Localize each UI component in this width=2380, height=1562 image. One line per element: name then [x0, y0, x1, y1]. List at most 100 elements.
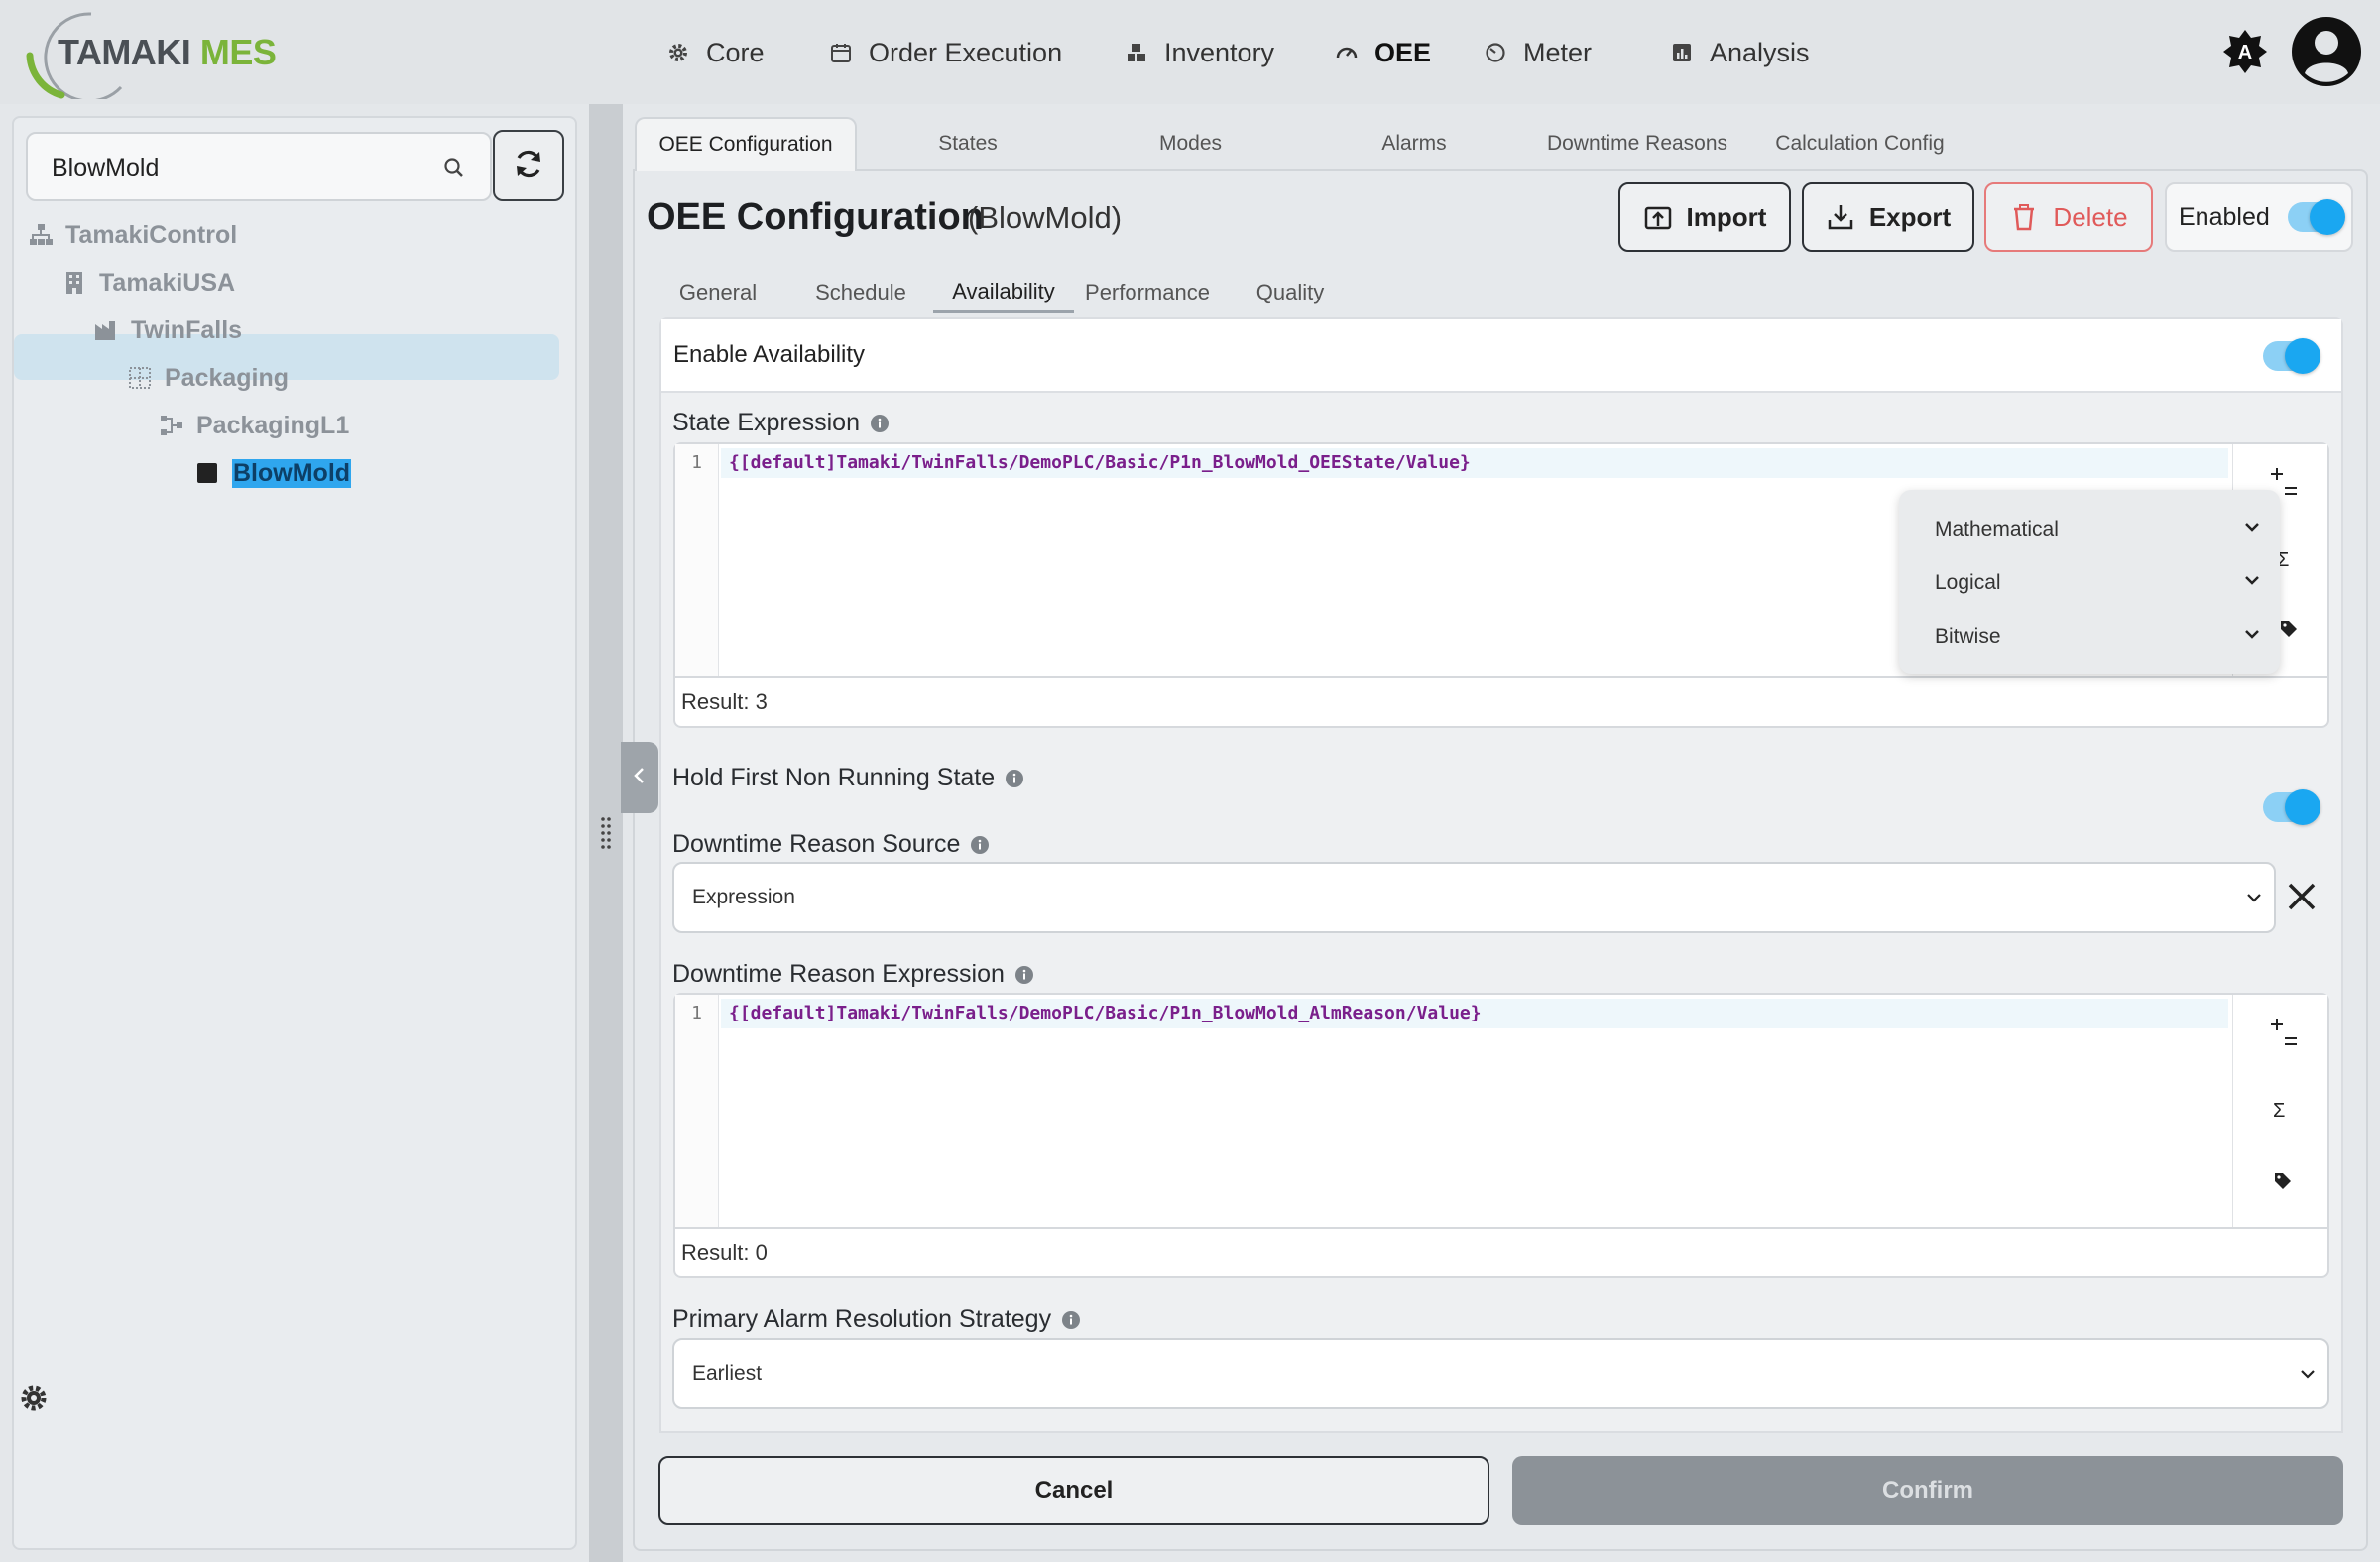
operator-category-menu: Mathematical Logical Bitwise: [1899, 490, 2280, 674]
info-icon[interactable]: [870, 414, 890, 433]
functions-sigma-icon[interactable]: Σ: [2273, 1100, 2285, 1123]
chevron-down-icon: [2244, 888, 2264, 907]
gear-icon: [664, 39, 692, 66]
delete-label: Delete: [2053, 201, 2128, 232]
subtab-performance[interactable]: Performance: [1083, 272, 1212, 313]
state-expression-code[interactable]: {[default]Tamaki/TwinFalls/DemoPLC/Basic…: [721, 448, 2228, 478]
building-icon: [61, 270, 87, 296]
nav-meter-label: Meter: [1523, 37, 1593, 67]
tree-item-label: TamakiControl: [65, 220, 238, 249]
chevron-down-icon: [2242, 517, 2262, 542]
asset-search-input[interactable]: [52, 148, 428, 187]
import-button[interactable]: Import: [1618, 182, 1791, 252]
confirm-button[interactable]: Confirm: [1512, 1456, 2343, 1525]
nav-analysis[interactable]: Analysis: [1668, 28, 1810, 77]
chevron-down-icon: [2242, 624, 2262, 650]
refresh-button[interactable]: [493, 130, 564, 201]
tamaki-mes-logo[interactable]: TAMAKI MES: [22, 4, 277, 99]
enable-availability-row: Enable Availability: [661, 319, 2341, 393]
factory-icon: [93, 317, 119, 343]
alarm-strategy-select[interactable]: Earliest: [672, 1338, 2329, 1409]
import-label: Import: [1686, 201, 1767, 232]
nav-core[interactable]: Core: [664, 28, 765, 77]
nav-oee[interactable]: OEE: [1333, 28, 1431, 77]
subtab-quality[interactable]: Quality: [1248, 272, 1333, 313]
cancel-button[interactable]: Cancel: [658, 1456, 1489, 1525]
tree-item-tamakiusa[interactable]: TamakiUSA: [61, 260, 235, 305]
alarm-strategy-label-row: Primary Alarm Resolution Strategy: [672, 1305, 1081, 1334]
menu-item-bitwise[interactable]: Bitwise: [1935, 617, 2262, 657]
user-avatar-icon[interactable]: [2291, 16, 2362, 87]
tab-alarms[interactable]: Alarms: [1302, 117, 1526, 171]
search-icon[interactable]: [440, 154, 468, 181]
export-button[interactable]: Export: [1802, 182, 1974, 252]
info-icon[interactable]: [1005, 769, 1024, 788]
enabled-toggle[interactable]: [2287, 199, 2345, 235]
menu-item-mathematical[interactable]: Mathematical: [1935, 510, 2262, 549]
downtime-source-label-row: Downtime Reason Source: [672, 830, 990, 859]
menu-item-logical[interactable]: Logical: [1935, 563, 2262, 603]
tab-oee-configuration[interactable]: OEE Configuration: [635, 117, 857, 171]
tab-calculation-config[interactable]: Calculation Config: [1748, 117, 1971, 171]
downtime-expression-result: Result: 0: [673, 1229, 2329, 1278]
refresh-icon: [511, 146, 546, 186]
import-icon: [1643, 202, 1673, 232]
hierarchy-icon: [28, 222, 54, 248]
menu-item-label: Bitwise: [1935, 625, 2001, 648]
collapse-sidebar-button[interactable]: [621, 742, 658, 813]
splitter-grip-icon[interactable]: [599, 815, 613, 851]
state-expression-result: Result: 3: [673, 678, 2329, 728]
line-number: 1: [675, 995, 719, 1227]
settings-gear-icon[interactable]: [18, 1382, 50, 1414]
delete-button[interactable]: Delete: [1984, 182, 2153, 252]
line-number: 1: [675, 444, 719, 676]
tree-item-label: Packaging: [165, 363, 290, 392]
logo-text-mes: MES: [199, 32, 277, 72]
tree-item-tamakicontrol[interactable]: TamakiControl: [28, 212, 237, 258]
subtab-schedule[interactable]: Schedule: [803, 272, 918, 313]
downtime-source-select[interactable]: Expression: [672, 862, 2276, 933]
downtime-expression-editor[interactable]: 1 {[default]Tamaki/TwinFalls/DemoPLC/Bas…: [673, 993, 2329, 1229]
hold-first-state-toggle[interactable]: [2263, 789, 2320, 825]
chevron-down-icon: [2242, 570, 2262, 596]
tag-icon[interactable]: [2273, 1171, 2293, 1196]
clear-close-icon[interactable]: [2287, 882, 2317, 911]
tree-item-packagingl1[interactable]: PackagingL1: [159, 403, 349, 448]
theme-auto-icon[interactable]: A: [2221, 28, 2269, 75]
tab-modes[interactable]: Modes: [1079, 117, 1302, 171]
alarm-strategy-value: Earliest: [692, 1362, 763, 1384]
state-expression-label-row: State Expression: [672, 409, 890, 437]
tab-states[interactable]: States: [857, 117, 1079, 171]
operators-icon[interactable]: [2269, 1017, 2299, 1055]
nav-core-label: Core: [706, 37, 765, 67]
gauge-icon: [1333, 39, 1361, 66]
enable-availability-toggle[interactable]: [2263, 338, 2320, 374]
downtime-expression-label-row: Downtime Reason Expression: [672, 960, 1034, 989]
info-icon[interactable]: [1014, 965, 1034, 985]
calendar-icon: [827, 39, 855, 66]
tree-item-twinfalls[interactable]: TwinFalls: [93, 307, 242, 353]
cell-icon: [194, 460, 220, 486]
info-icon[interactable]: [1061, 1310, 1081, 1330]
nav-analysis-label: Analysis: [1710, 37, 1810, 67]
tab-downtime-reasons[interactable]: Downtime Reasons: [1526, 117, 1748, 171]
info-icon[interactable]: [970, 835, 990, 855]
nav-oee-label: OEE: [1374, 37, 1432, 67]
export-label: Export: [1868, 201, 1952, 232]
hold-first-state-row: Hold First Non Running State: [672, 764, 1024, 792]
enable-availability-label: Enable Availability: [673, 341, 866, 368]
subtab-general[interactable]: General: [666, 272, 770, 313]
logo-text-tamaki: TAMAKI: [58, 32, 191, 72]
page-subtitle: (BlowMold): [968, 200, 1123, 235]
downtime-expression-code[interactable]: {[default]Tamaki/TwinFalls/DemoPLC/Basic…: [721, 999, 2228, 1028]
subtab-availability[interactable]: Availability: [933, 272, 1074, 313]
nav-meter[interactable]: Meter: [1482, 28, 1592, 77]
tree-item-blowmold[interactable]: BlowMold: [194, 450, 352, 496]
trash-icon: [2009, 202, 2039, 232]
nav-inventory[interactable]: Inventory: [1123, 28, 1274, 77]
nav-order-execution[interactable]: Order Execution: [827, 28, 1062, 77]
tree-item-packaging[interactable]: Packaging: [127, 355, 289, 401]
tag-icon[interactable]: [2279, 619, 2299, 644]
tree-item-label: TwinFalls: [131, 315, 243, 344]
hold-first-state-label: Hold First Non Running State: [672, 764, 996, 791]
